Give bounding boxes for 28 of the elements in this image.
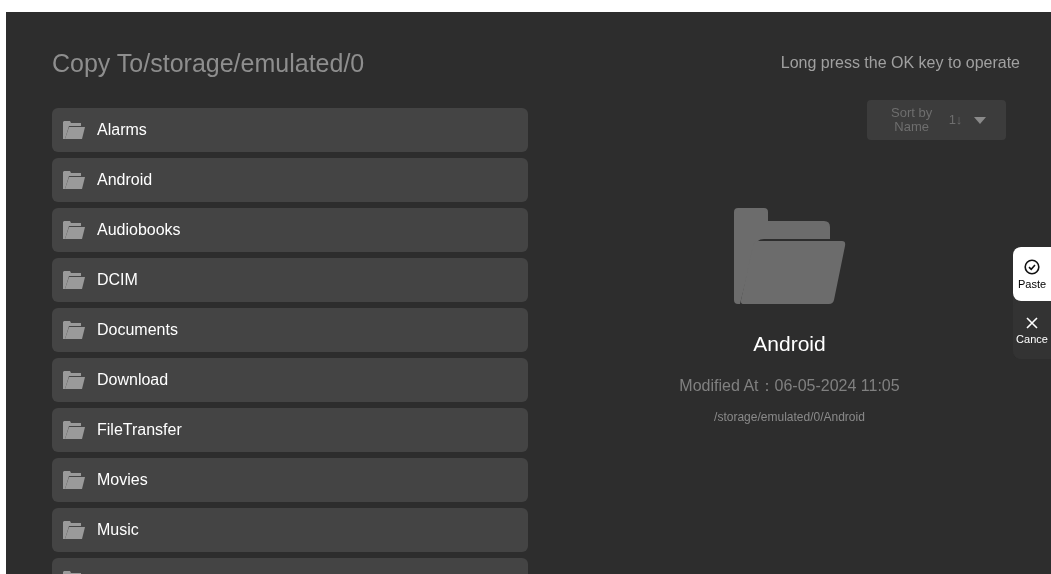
hint-text: Long press the OK key to operate: [780, 53, 1020, 73]
folder-icon: [63, 421, 85, 439]
paste-button[interactable]: Paste: [1013, 247, 1051, 301]
dialog-title: Copy To/storage/emulated/0: [52, 50, 366, 76]
folder-item[interactable]: Audiobooks: [52, 208, 528, 252]
folder-icon: [63, 471, 85, 489]
folder-item[interactable]: Download: [52, 358, 528, 402]
folder-icon: [63, 271, 85, 289]
folder-item[interactable]: DCIM: [52, 258, 528, 302]
check-circle-icon: [1024, 258, 1040, 275]
folder-item[interactable]: Music: [52, 508, 528, 552]
folder-item[interactable]: Alarms: [52, 108, 528, 152]
folder-icon: [63, 371, 85, 389]
folder-icon: [63, 321, 85, 339]
folder-item[interactable]: Movies: [52, 458, 528, 502]
folder-icon: [63, 171, 85, 189]
caret-icon: [974, 116, 987, 124]
folder-path: /storage/emulated/0/Android: [714, 408, 865, 426]
close-icon: [1025, 315, 1039, 330]
folder-name: Android: [753, 331, 826, 357]
folder-icon: [63, 121, 85, 139]
folder-icon: [63, 521, 85, 539]
modified-date: Modified At：06-05-2024 11:05: [679, 375, 900, 396]
folder-icon: [63, 221, 85, 239]
folder-item[interactable]: Documents: [52, 308, 528, 352]
folder-icon: [733, 208, 846, 304]
folder-item[interactable]: Android: [52, 158, 528, 202]
folder-item[interactable]: FileTransfer: [52, 408, 528, 452]
